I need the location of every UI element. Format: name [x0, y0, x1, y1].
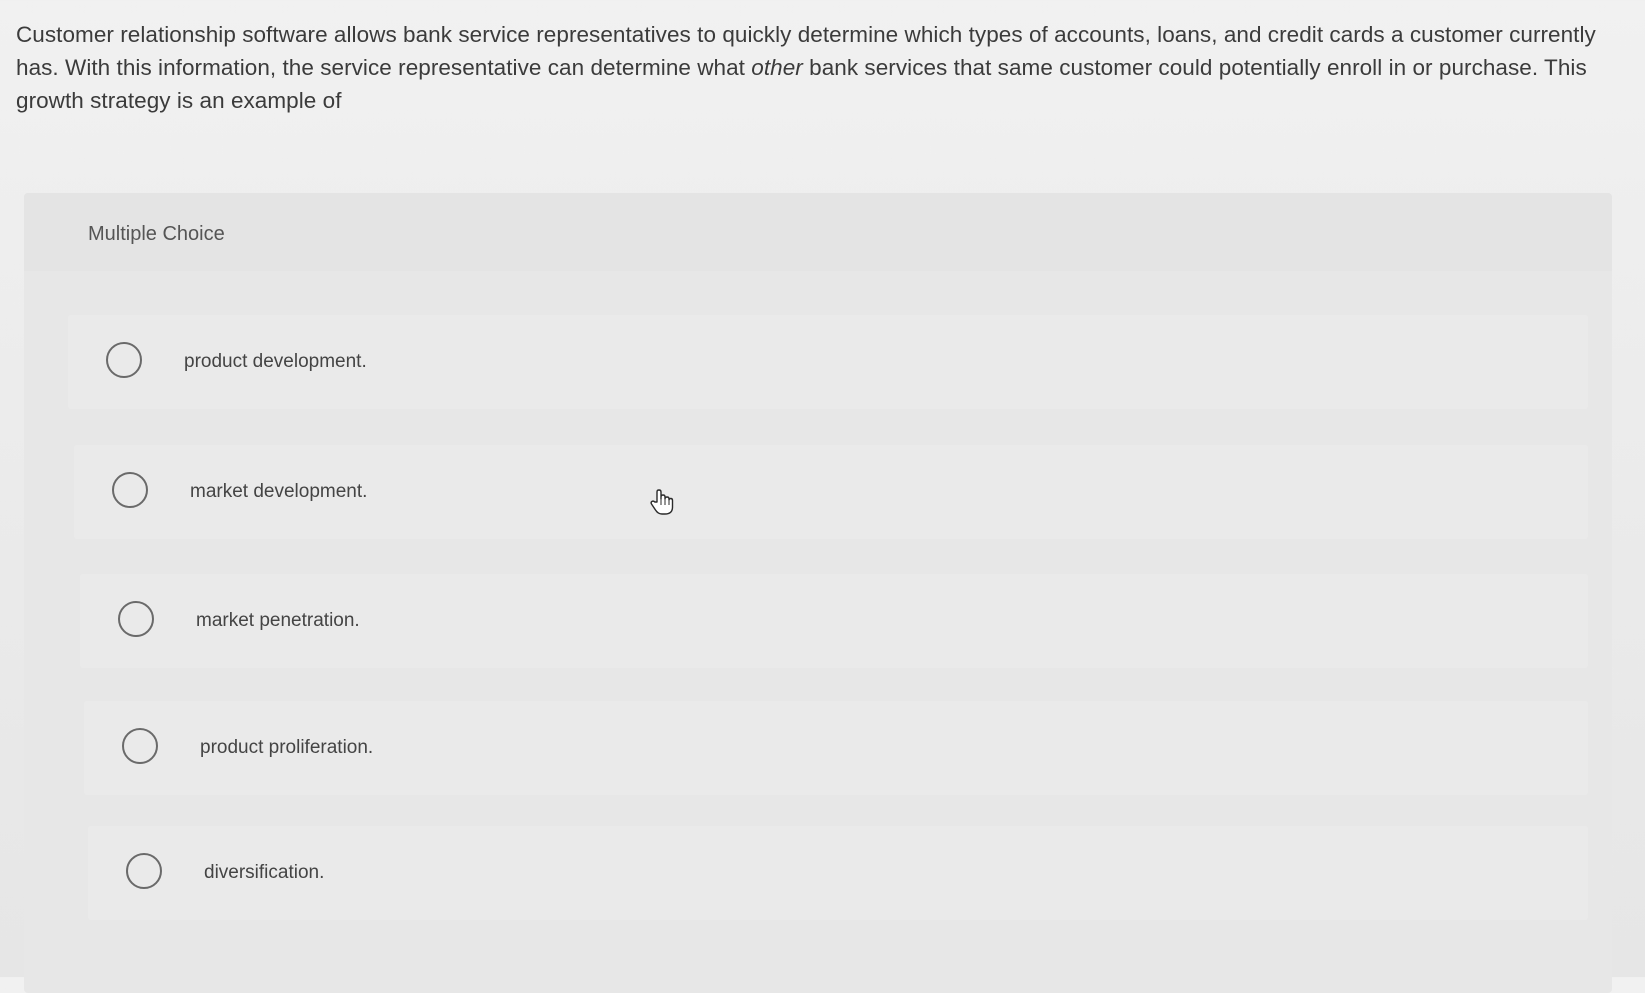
multiple-choice-label: Multiple Choice	[88, 223, 225, 245]
radio-button-icon[interactable]	[118, 601, 154, 637]
question-text: Customer relationship software allows ba…	[16, 18, 1626, 117]
radio-button-icon[interactable]	[122, 728, 158, 764]
multiple-choice-header: Multiple Choice	[24, 193, 1612, 271]
option-product-development[interactable]: product development.	[68, 315, 1588, 409]
option-label: product development.	[184, 351, 367, 372]
option-label: market development.	[190, 481, 368, 502]
question-emphasis: other	[751, 55, 803, 80]
option-product-proliferation[interactable]: product proliferation.	[84, 701, 1588, 795]
hand-pointer-icon	[650, 489, 674, 515]
option-market-penetration[interactable]: market penetration.	[80, 574, 1588, 668]
option-label: diversification.	[204, 862, 325, 883]
option-diversification[interactable]: diversification.	[88, 826, 1588, 920]
multiple-choice-panel: Multiple Choice product development. mar…	[24, 193, 1612, 993]
option-market-development[interactable]: market development.	[74, 445, 1588, 539]
option-label: product proliferation.	[200, 737, 374, 758]
radio-button-icon[interactable]	[106, 342, 142, 378]
radio-button-icon[interactable]	[126, 853, 162, 889]
option-label: market penetration.	[196, 610, 360, 631]
radio-button-icon[interactable]	[112, 472, 148, 508]
